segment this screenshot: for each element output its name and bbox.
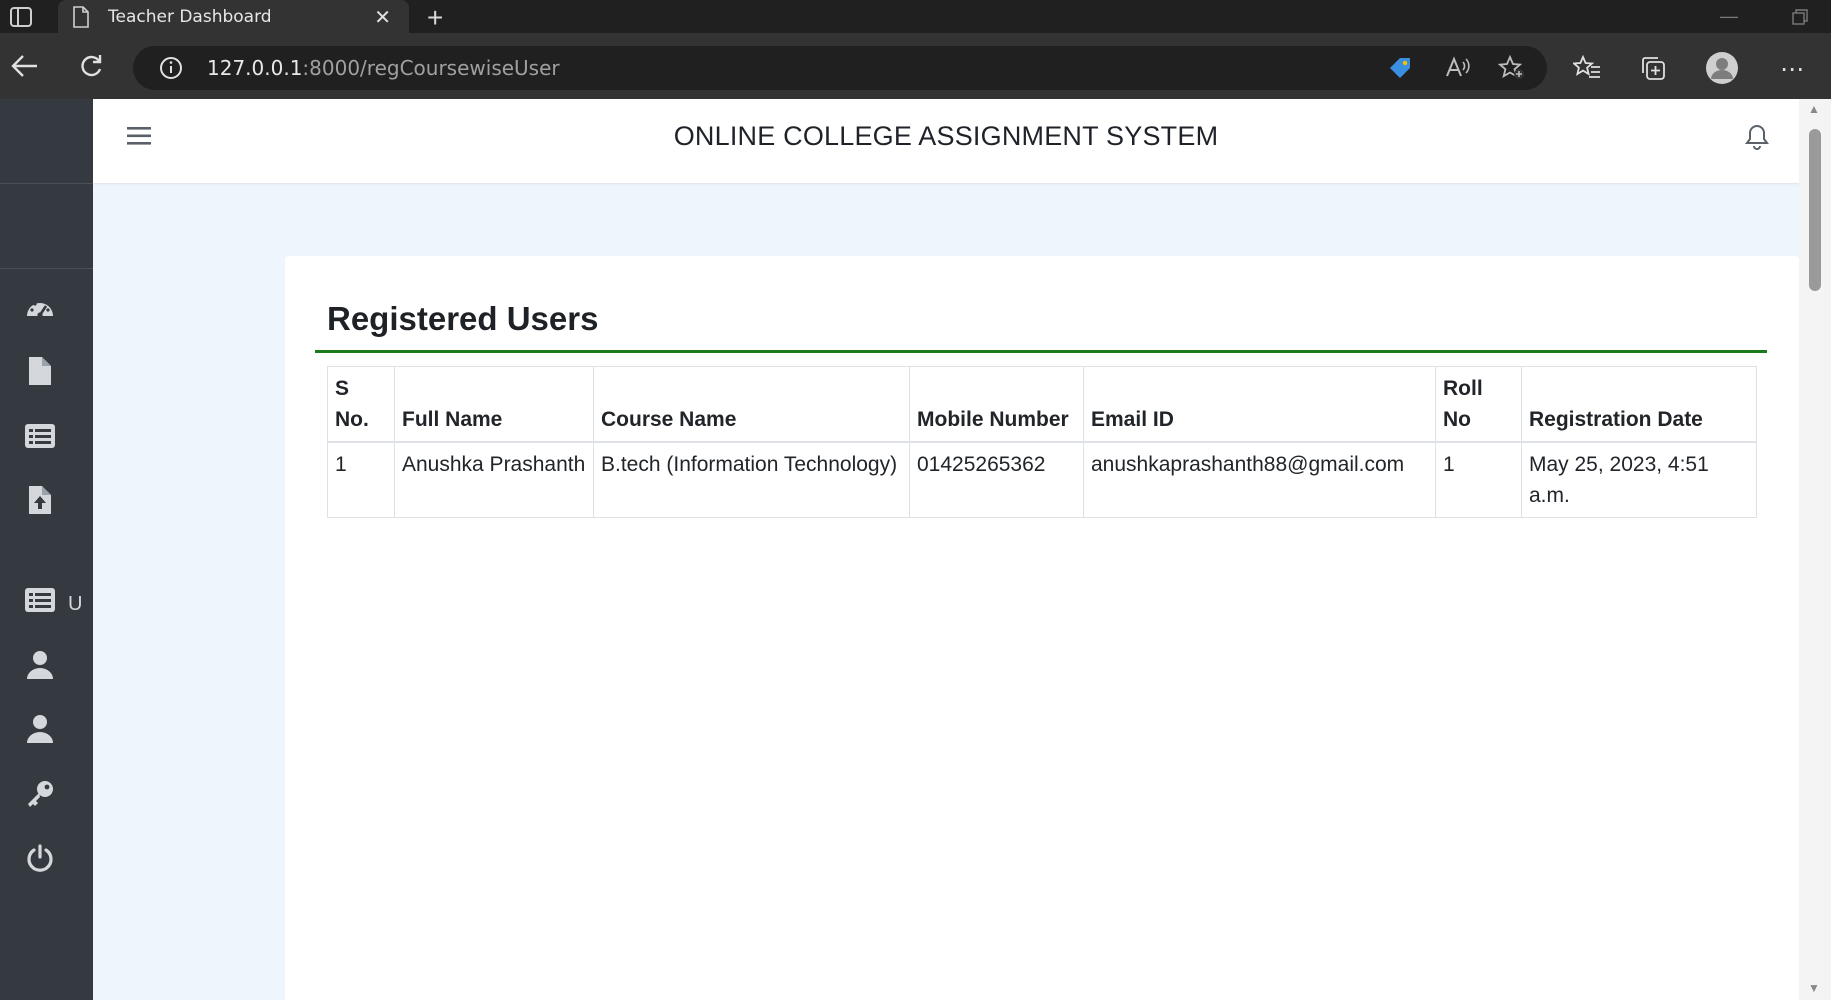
title-divider (315, 350, 1767, 353)
browser-toolbar: 127.0.0.1:8000/regCoursewiseUser ⋯ (0, 33, 1831, 99)
column-header-roll-no: Roll No (1435, 366, 1522, 443)
notification-bell-icon[interactable] (1745, 123, 1769, 156)
sidebar: U (0, 99, 93, 1000)
main-content: ONLINE COLLEGE ASSIGNMENT SYSTEM Registe… (93, 99, 1799, 1000)
sidebar-item-dashboard[interactable] (20, 289, 60, 329)
sidebar-item-password[interactable] (20, 776, 60, 816)
scroll-down-icon[interactable]: ▼ (1808, 981, 1820, 995)
top-navbar: ONLINE COLLEGE ASSIGNMENT SYSTEM (93, 99, 1799, 184)
coupon-tag-icon[interactable] (1387, 55, 1413, 81)
list-icon (25, 587, 55, 617)
registered-users-card: Registered Users S No. Full Name Course … (285, 256, 1799, 1000)
read-aloud-icon[interactable] (1444, 55, 1470, 81)
users-table: S No. Full Name Course Name Mobile Numbe… (327, 366, 1757, 518)
column-header-registration-date: Registration Date (1521, 366, 1757, 443)
cell-full-name: Anushka Prashanth (394, 441, 594, 518)
add-favorite-icon[interactable] (1498, 55, 1526, 81)
sidebar-item-user-1[interactable] (20, 647, 60, 687)
sidebar-item-user-2[interactable] (20, 711, 60, 751)
app-title: ONLINE COLLEGE ASSIGNMENT SYSTEM (673, 121, 1219, 151)
cell-email-id: anushkaprashanth88@gmail.com (1083, 441, 1436, 518)
list-icon (25, 423, 55, 453)
user-icon (27, 650, 53, 684)
close-tab-icon[interactable]: ✕ (374, 5, 391, 30)
file-icon (29, 356, 51, 390)
favorites-icon[interactable] (1573, 55, 1601, 81)
sidebar-item-logout[interactable] (20, 840, 60, 880)
page-scrollbar[interactable]: ▲ ▼ (1799, 99, 1831, 1000)
column-header-course-name: Course Name (593, 366, 910, 443)
address-bar[interactable]: 127.0.0.1:8000/regCoursewiseUser (133, 46, 1547, 90)
new-tab-icon[interactable]: + (427, 2, 443, 34)
cell-mobile-number: 01425265362 (909, 441, 1084, 518)
scrollbar-thumb[interactable] (1809, 129, 1821, 291)
cell-roll-no: 1 (1435, 441, 1522, 518)
cell-registration-date: May 25, 2023, 4:51 a.m. (1521, 441, 1757, 518)
table-row: 1 Anushka Prashanth B.tech (Information … (327, 441, 1757, 518)
dashboard-gauge-icon (24, 294, 56, 325)
table-header-row: S No. Full Name Course Name Mobile Numbe… (327, 366, 1757, 443)
sidebar-item-upload[interactable] (20, 482, 60, 522)
url-text: 127.0.0.1:8000/regCoursewiseUser (207, 56, 560, 80)
page-icon (72, 6, 90, 28)
card-title: Registered Users (327, 300, 599, 337)
tab-actions-icon[interactable] (6, 0, 36, 33)
sidebar-item-files[interactable] (20, 353, 60, 393)
column-header-mobile-number: Mobile Number (909, 366, 1084, 443)
sidebar-item-list-1[interactable] (20, 418, 60, 458)
sidebar-brand-area (0, 99, 93, 184)
restore-icon[interactable] (1785, 0, 1815, 33)
key-icon (26, 780, 54, 813)
collections-icon[interactable] (1640, 55, 1666, 81)
power-icon (26, 843, 54, 877)
site-info-icon[interactable] (159, 56, 183, 80)
reload-icon[interactable] (78, 53, 104, 79)
column-header-sno: S No. (327, 366, 395, 443)
cell-course-name: B.tech (Information Technology) (593, 441, 910, 518)
column-header-email-id: Email ID (1083, 366, 1436, 443)
cell-sno: 1 (327, 441, 395, 518)
sidebar-item-list-2[interactable] (20, 582, 60, 622)
browser-titlebar: Teacher Dashboard ✕ + — (0, 0, 1831, 33)
scroll-up-icon[interactable]: ▲ (1808, 102, 1820, 116)
browser-tab[interactable]: Teacher Dashboard ✕ (58, 0, 409, 33)
sidebar-profile-area (0, 185, 93, 269)
more-options-icon[interactable]: ⋯ (1780, 55, 1804, 84)
back-icon[interactable] (10, 53, 40, 79)
column-header-full-name: Full Name (394, 366, 594, 443)
user-icon (27, 714, 53, 748)
sidebar-item-upload-label: U (68, 593, 83, 615)
tab-title: Teacher Dashboard (108, 7, 272, 27)
minimize-icon[interactable]: — (1714, 0, 1744, 33)
file-upload-icon (29, 485, 51, 519)
profile-avatar[interactable] (1705, 51, 1739, 85)
